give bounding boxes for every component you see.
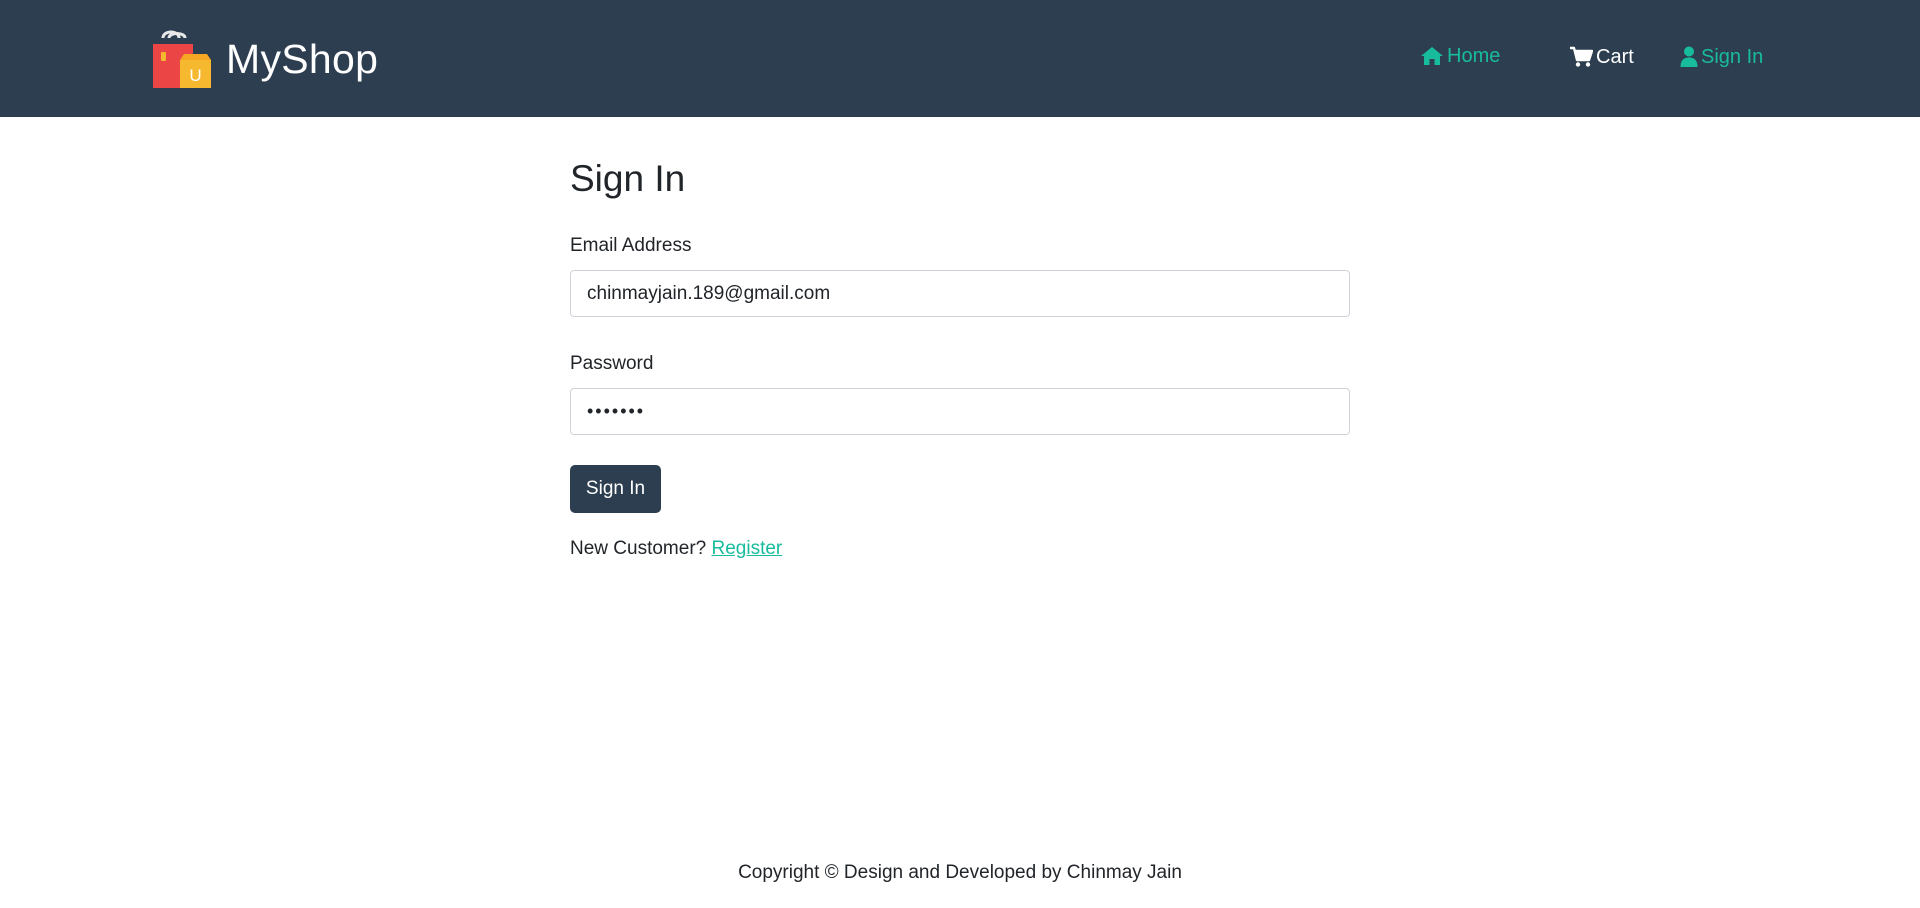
brand-link[interactable]: U MyShop xyxy=(152,30,378,88)
nav-signin-label: Sign In xyxy=(1701,45,1764,68)
signin-button[interactable]: Sign In xyxy=(570,465,661,513)
nav-home-label: Home xyxy=(1447,45,1501,67)
brand-name: MyShop xyxy=(226,35,379,82)
footer: Copyright © Design and Developed by Chin… xyxy=(0,862,1920,884)
new-customer-text: New Customer? xyxy=(570,538,707,559)
copyright-text: Copyright © Design and Developed by Chin… xyxy=(738,862,1182,883)
home-icon xyxy=(1421,47,1443,65)
page-title: Sign In xyxy=(570,158,686,199)
register-link[interactable]: Register xyxy=(712,538,783,559)
cart-icon xyxy=(1570,46,1593,67)
logo-letter: U xyxy=(189,66,201,85)
nav-signin-link[interactable]: Sign In xyxy=(1680,46,1763,67)
password-label: Password xyxy=(570,353,654,374)
user-icon xyxy=(1680,46,1698,67)
nav-home-link[interactable]: Home xyxy=(1420,46,1500,66)
email-field[interactable] xyxy=(570,270,1350,317)
password-field[interactable] xyxy=(570,388,1350,435)
navbar: U MyShop Home Cart Sign In xyxy=(0,0,1920,117)
email-label: Email Address xyxy=(570,235,692,256)
nav-cart-link[interactable]: Cart xyxy=(1569,46,1634,68)
nav-cart-label: Cart xyxy=(1596,46,1634,68)
register-prompt: New Customer? Register xyxy=(570,538,782,560)
shopping-bags-icon: U xyxy=(153,30,211,88)
